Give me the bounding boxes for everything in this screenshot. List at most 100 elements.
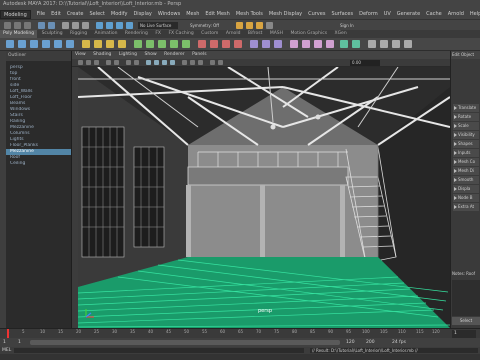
menu-mesh[interactable]: Mesh xyxy=(183,9,202,19)
menu-mesh-display[interactable]: Mesh Display xyxy=(266,9,305,19)
menu-select[interactable]: Select xyxy=(86,9,107,19)
menu-arnold[interactable]: Arnold xyxy=(445,9,467,19)
open-scene-icon[interactable] xyxy=(14,22,21,29)
vp-menu-renderer[interactable]: Renderer xyxy=(161,52,188,57)
command-input[interactable] xyxy=(14,348,304,353)
menu-mesh-tools[interactable]: Mesh Tools xyxy=(233,9,266,19)
shelf-tab-rigging[interactable]: Rigging xyxy=(67,30,90,38)
freeze-transform-icon[interactable] xyxy=(314,40,322,48)
shelf-tab-sculpting[interactable]: Sculpting xyxy=(39,30,66,38)
snap-plane-icon[interactable] xyxy=(126,22,133,29)
harden-edge-icon[interactable] xyxy=(352,40,360,48)
select-hierarchy-icon[interactable] xyxy=(62,22,69,29)
attr-shapes[interactable]: Shapes xyxy=(453,140,479,148)
boolean-icon[interactable] xyxy=(118,40,126,48)
smooth-icon[interactable] xyxy=(106,40,114,48)
time-slider[interactable]: 1 5 10 15 20 25 30 35 40 45 50 55 60 65 … xyxy=(0,328,480,339)
select-component-icon[interactable] xyxy=(82,22,89,29)
menu-edit[interactable]: Edit xyxy=(48,9,64,19)
target-weld-icon[interactable] xyxy=(210,40,218,48)
attr-mesh-display[interactable]: Mesh Di xyxy=(453,167,479,175)
uv-editor-icon[interactable] xyxy=(250,40,258,48)
vp-menu-lighting[interactable]: Lighting xyxy=(116,52,140,57)
snap-point-icon[interactable] xyxy=(116,22,123,29)
image-plane-icon[interactable] xyxy=(106,60,111,65)
bevel-icon[interactable] xyxy=(158,40,166,48)
planar-map-icon[interactable] xyxy=(262,40,270,48)
attr-scale[interactable]: Scale xyxy=(453,122,479,130)
shelf-tab-custom[interactable]: Custom xyxy=(198,30,221,38)
menu-windows[interactable]: Windows xyxy=(155,9,183,19)
grid-icon[interactable] xyxy=(114,60,119,65)
poly-plane-icon[interactable] xyxy=(66,40,74,48)
film-gate-icon[interactable] xyxy=(126,60,131,65)
menu-file[interactable]: File xyxy=(34,9,48,19)
poly-sphere-icon[interactable] xyxy=(6,40,14,48)
select-object-icon[interactable] xyxy=(72,22,79,29)
menu-create[interactable]: Create xyxy=(64,9,87,19)
mode-dropdown[interactable]: Modeling xyxy=(0,10,31,19)
combine-icon[interactable] xyxy=(82,40,90,48)
shelf-tab-poly-modeling[interactable]: Poly Modeling xyxy=(0,30,38,38)
attr-inputs[interactable]: Inputs xyxy=(453,149,479,157)
extrude-icon[interactable] xyxy=(134,40,142,48)
channel-box-tabs[interactable]: Edit Object xyxy=(451,51,480,59)
shelf-tab-mash[interactable]: MASH xyxy=(267,30,286,38)
attr-rotate[interactable]: Rotate xyxy=(453,113,479,121)
range-start-field[interactable]: 1 xyxy=(18,338,21,347)
connect-icon[interactable] xyxy=(222,40,230,48)
poly-torus-icon[interactable] xyxy=(54,40,62,48)
scale-tool-icon[interactable] xyxy=(404,40,412,48)
soften-edge-icon[interactable] xyxy=(340,40,348,48)
shadows-icon[interactable] xyxy=(182,60,187,65)
range-bar[interactable] xyxy=(30,340,340,345)
range-end-field[interactable]: 120 xyxy=(346,338,355,347)
vp-menu-show[interactable]: Show xyxy=(141,52,159,57)
mel-label[interactable]: MEL xyxy=(2,347,11,354)
poly-cube-icon[interactable] xyxy=(18,40,26,48)
lights-icon[interactable] xyxy=(170,60,175,65)
undo-icon[interactable] xyxy=(38,22,45,29)
shelf-tab-xgen[interactable]: XGen xyxy=(331,30,349,38)
attr-displacement[interactable]: Displa xyxy=(453,185,479,193)
menu-curves[interactable]: Curves xyxy=(305,9,328,19)
menu-display[interactable]: Display xyxy=(130,9,154,19)
camera-attributes-icon[interactable] xyxy=(86,60,91,65)
fps-dropdown[interactable]: 24 fps xyxy=(392,338,406,347)
attr-visibility[interactable]: Visibility xyxy=(453,131,479,139)
ambient-occlusion-icon[interactable] xyxy=(190,60,195,65)
attr-mesh-components[interactable]: Mesh Co xyxy=(453,158,479,166)
attr-translate[interactable]: Translate xyxy=(453,104,479,112)
menu-modify[interactable]: Modify xyxy=(108,9,131,19)
select-button[interactable]: Select xyxy=(452,317,480,325)
xray-icon[interactable] xyxy=(218,60,223,65)
viewport-persp[interactable]: persp xyxy=(78,67,450,328)
multi-cut-icon[interactable] xyxy=(198,40,206,48)
snap-curve-icon[interactable] xyxy=(106,22,113,29)
save-scene-icon[interactable] xyxy=(24,22,31,29)
snap-grid-icon[interactable] xyxy=(96,22,103,29)
render-settings-icon[interactable] xyxy=(256,22,263,29)
animation-end-field[interactable]: 200 xyxy=(366,338,375,347)
center-pivot-icon[interactable] xyxy=(302,40,310,48)
hypershade-icon[interactable] xyxy=(266,22,273,29)
live-surface-field[interactable]: No Live Surface xyxy=(138,22,178,29)
camera-select-icon[interactable] xyxy=(78,60,83,65)
menu-generate[interactable]: Generate xyxy=(394,9,423,19)
vp-menu-panels[interactable]: Panels xyxy=(189,52,209,57)
poly-cylinder-icon[interactable] xyxy=(30,40,38,48)
shelf-tab-bifrost[interactable]: Bifrost xyxy=(245,30,266,38)
textured-icon[interactable] xyxy=(162,60,167,65)
shelf-tab-rendering[interactable]: Rendering xyxy=(122,30,151,38)
bridge-icon[interactable] xyxy=(146,40,154,48)
current-frame-field[interactable]: 1 xyxy=(452,330,476,338)
attr-smooth[interactable]: Smooth xyxy=(453,176,479,184)
new-scene-icon[interactable] xyxy=(4,22,11,29)
select-tool-icon[interactable] xyxy=(368,40,376,48)
menu-cache[interactable]: Cache xyxy=(423,9,445,19)
menu-help[interactable]: Help xyxy=(467,9,480,19)
menu-uv[interactable]: UV xyxy=(381,9,394,19)
anti-aliasing-icon[interactable] xyxy=(198,60,203,65)
shelf-tab-arnold[interactable]: Arnold xyxy=(223,30,244,38)
outliner-row[interactable]: Ceiling xyxy=(6,161,71,167)
